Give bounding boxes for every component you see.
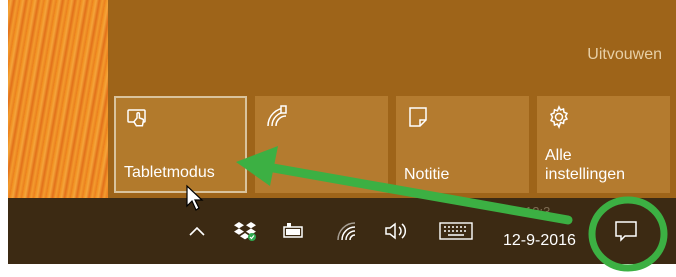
annotation-overlay [186, 146, 668, 272]
annotation-circle [588, 196, 668, 272]
mouse-cursor-icon [186, 184, 204, 211]
annotation-arrow-shaft [257, 161, 573, 225]
screenshot: Uitvouwen Tabletmodus Notitie Alle inste… [0, 0, 676, 277]
annotation-arrow-head [236, 146, 278, 186]
